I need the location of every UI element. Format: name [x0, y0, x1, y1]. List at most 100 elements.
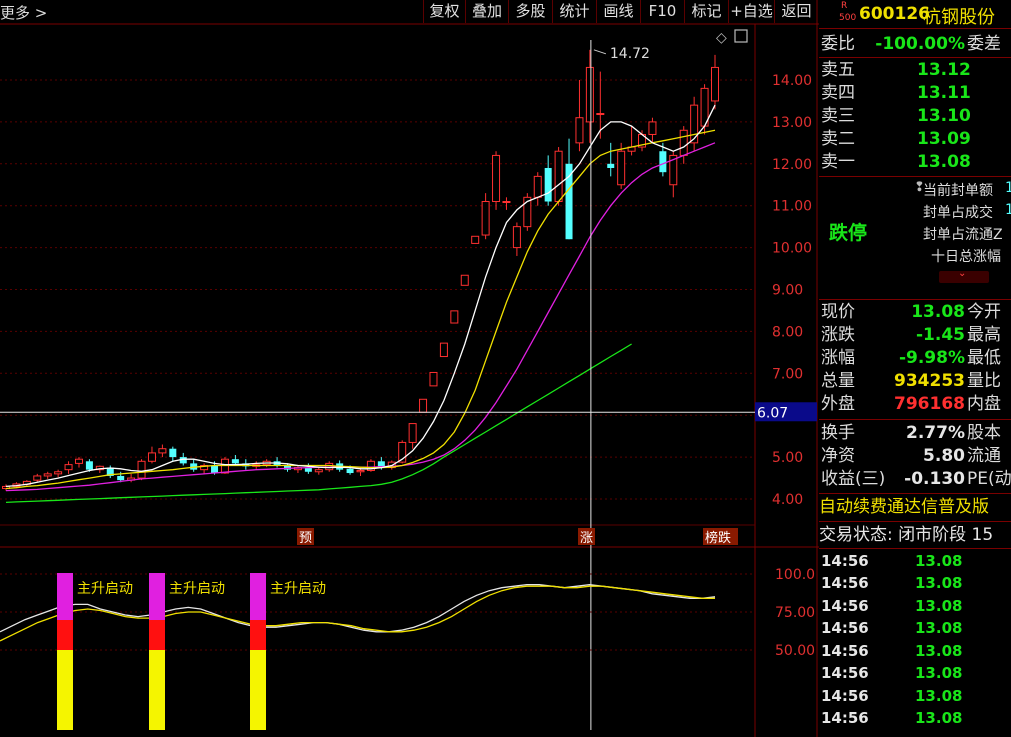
ma5-line: [5, 104, 716, 488]
candle-body: [356, 470, 365, 473]
tick-row: 14:56 13.08: [819, 707, 1011, 729]
candle-body: [325, 462, 334, 471]
candle: [554, 147, 563, 206]
seal-turnover-label: 封单占成交: [923, 205, 993, 221]
candle-body: [439, 342, 448, 358]
candle-body: [460, 274, 469, 286]
diamond-icon: ◇: [716, 30, 727, 46]
candle: [585, 49, 594, 143]
candle-body: [502, 201, 511, 204]
candle: [429, 371, 438, 387]
peak-label: 14.72: [610, 46, 650, 62]
quote-row: 涨跌 -1.45 最高: [819, 324, 1011, 346]
signal-bar-top: [250, 573, 266, 620]
candle: [481, 193, 490, 240]
fund-row: 净资 5.80 流通: [819, 445, 1011, 467]
candle-body: [429, 371, 438, 387]
tick-price: 13.08: [915, 597, 963, 615]
candle: [439, 342, 448, 358]
candle: [419, 398, 428, 413]
stock-code: 600126: [859, 4, 930, 24]
candle-body: [85, 461, 93, 470]
expand-toggle[interactable]: ⌄: [939, 268, 989, 283]
more-button[interactable]: 更多 >: [0, 2, 47, 23]
candle: [627, 126, 636, 156]
price-tick-label: 14.00: [772, 73, 812, 89]
back-button[interactable]: 返回: [774, 0, 818, 23]
quote-label2: 最低: [967, 348, 1001, 368]
candle-body: [679, 129, 688, 156]
candle-body: [512, 226, 521, 249]
ask-row[interactable]: 卖一 13.08: [819, 151, 1011, 173]
candle: [638, 130, 647, 152]
fund-label2: 流通: [967, 446, 1001, 466]
ask-row[interactable]: 卖四 13.11: [819, 82, 1011, 104]
candle: [492, 151, 501, 210]
tick-time: 14:56: [821, 642, 869, 660]
candle: [512, 222, 521, 256]
candle-body: [471, 235, 480, 244]
kline-chart[interactable]: 14.00 13.00 12.00 11.00 10.00 9.00 8.00 7.00 6.0…: [0, 0, 819, 737]
quote-value: -1.45: [916, 325, 965, 345]
quote-label: 涨幅: [821, 348, 855, 368]
quote-row: 现价 13.08 今开: [819, 301, 1011, 323]
marker-rank: 榜跌: [705, 530, 731, 546]
price-tick-label: 5.00: [772, 450, 803, 466]
add-watchlist-button[interactable]: +自选: [728, 0, 774, 23]
ask-row[interactable]: 卖三 13.10: [819, 105, 1011, 127]
candle-body: [659, 151, 667, 173]
fund-value: 5.80: [923, 446, 965, 466]
ask-label: 卖五: [821, 60, 855, 80]
chevron-down-icon: ⌄: [958, 268, 967, 279]
stock-name: 杭钢股份: [923, 7, 995, 28]
tick-row: 14:56 13.08: [819, 685, 1011, 707]
candle-body: [419, 398, 428, 413]
multi-stock-button[interactable]: 多股: [508, 0, 552, 23]
candle: [293, 465, 302, 474]
quote-value: -9.98%: [898, 348, 965, 368]
tick-time: 14:56: [821, 552, 869, 570]
statistics-button[interactable]: 统计: [552, 0, 596, 23]
price-tick-label: 12.00: [772, 157, 812, 173]
f10-button[interactable]: F10: [640, 0, 684, 23]
candle: [2, 484, 10, 491]
crosshair-price-label: 6.07: [757, 405, 788, 421]
tick-price: 13.08: [915, 574, 963, 592]
quote-label2: 量比: [967, 371, 1001, 391]
candle: [325, 461, 334, 472]
tick-price: 13.08: [915, 642, 963, 660]
tick-row: 14:56 13.08: [819, 550, 1011, 572]
candle: [158, 444, 167, 458]
candle-body: [408, 423, 417, 443]
candle: [147, 446, 156, 464]
candle: [64, 461, 73, 474]
tick-row: 14:56 13.08: [819, 617, 1011, 639]
signal-bar-top: [57, 573, 73, 620]
signal-label: 主升启动: [77, 581, 133, 597]
indicator-tick-label: 75.00: [775, 605, 815, 621]
ask-row[interactable]: 卖二 13.09: [819, 128, 1011, 150]
overlay-button[interactable]: 叠加: [465, 0, 508, 23]
tick-time: 14:56: [821, 664, 869, 682]
tick-price: 13.08: [915, 709, 963, 727]
restore-rights-button[interactable]: 复权: [423, 0, 465, 23]
candle-body: [450, 310, 459, 324]
price-tick-label: 13.00: [772, 115, 812, 131]
signal-bar: 主升启动: [149, 573, 225, 730]
draw-line-button[interactable]: 画线: [596, 0, 640, 23]
ask-row[interactable]: 卖五 13.12: [819, 59, 1011, 81]
index-badge: 500: [839, 13, 857, 23]
price-tick-label: 11.00: [772, 199, 812, 215]
mark-button[interactable]: 标记: [684, 0, 728, 23]
promo-banner[interactable]: 自动续费通达信普及版: [819, 496, 1011, 518]
ask-price: 13.11: [917, 83, 971, 103]
ask-price: 13.10: [917, 106, 971, 126]
fund-label2: PE(动: [967, 469, 1011, 489]
fund-value: -0.130: [904, 469, 965, 489]
tick-time: 14:56: [821, 574, 869, 592]
chart-toolbar: 更多 > 复权 叠加 多股 统计 画线 F10 标记 +自选 返回: [0, 0, 818, 24]
candle: [190, 459, 198, 472]
price-tick-label: 4.00: [772, 492, 803, 508]
quote-value: 934253: [894, 371, 965, 391]
maximize-icon: [734, 29, 748, 43]
